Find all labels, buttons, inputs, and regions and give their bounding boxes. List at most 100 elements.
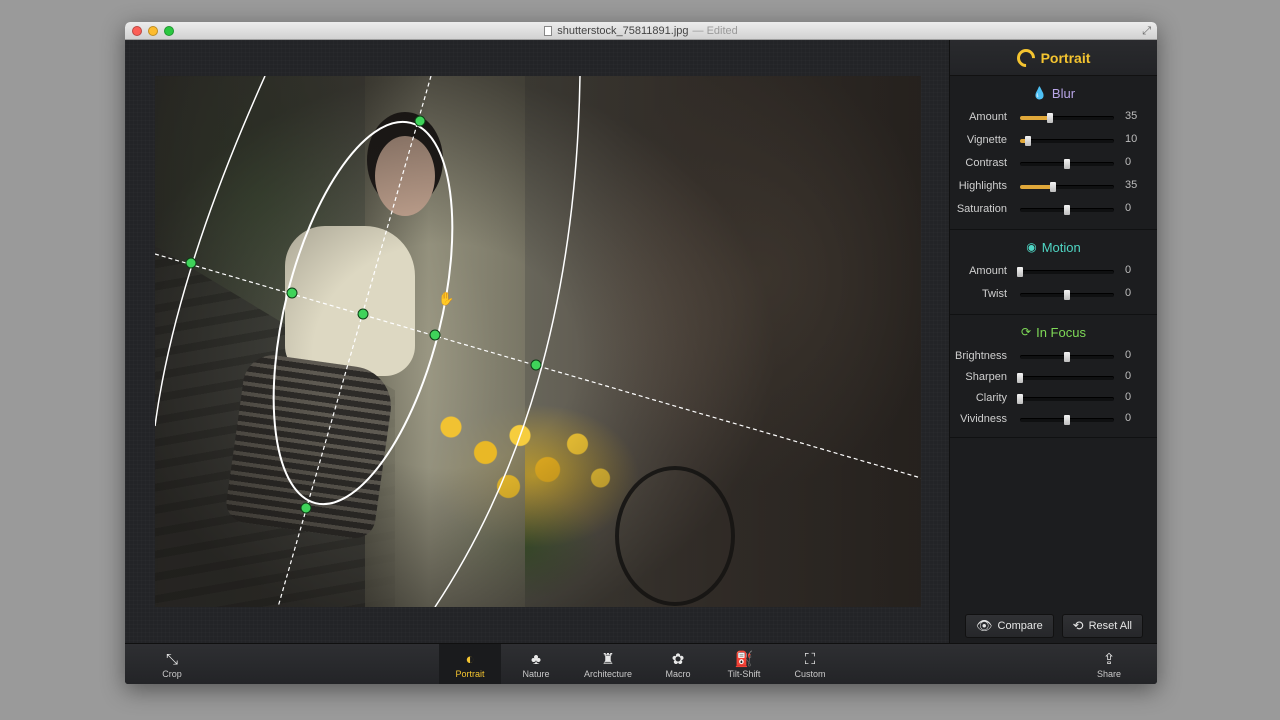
title-bar: shutterstock_75811891.jpg — Edited ⤢ <box>125 22 1157 40</box>
macro-label: Macro <box>665 669 691 679</box>
fullscreen-icon[interactable]: ⤢ <box>1142 25 1151 38</box>
slider-track[interactable] <box>1020 136 1114 146</box>
slider-label: Contrast <box>965 157 1007 169</box>
compare-button[interactable]: 👁 Compare <box>965 614 1054 638</box>
slider-track[interactable] <box>1020 182 1114 192</box>
slider-value: 0 <box>1125 370 1132 382</box>
tilt-shift-label: Tilt-Shift <box>727 669 761 679</box>
minimize-window-button[interactable] <box>148 26 158 36</box>
motion-section: ◉ Motion Amount 0 Twist 0 <box>950 230 1157 315</box>
motion-rows: Amount 0 Twist 0 <box>950 260 1157 306</box>
macro-tool[interactable]: ✿ Macro <box>647 644 709 684</box>
nature-tool[interactable]: ♣ Nature <box>505 644 567 684</box>
slider-knob[interactable] <box>1064 290 1070 300</box>
custom-tool[interactable]: ⛶ Custom <box>779 644 841 684</box>
slider-row: Vignette 10 <box>950 129 1157 152</box>
slider-knob[interactable] <box>1064 159 1070 169</box>
axis-guide-line <box>277 76 432 607</box>
slider-track[interactable] <box>1017 373 1114 383</box>
slider-fill <box>1020 116 1051 120</box>
slider-knob[interactable] <box>1064 415 1070 425</box>
slider-row: Sharpen 0 <box>950 366 1157 387</box>
focus-overlay[interactable]: ✋ <box>155 76 921 607</box>
slider-track[interactable] <box>1020 113 1114 123</box>
close-window-button[interactable] <box>132 26 142 36</box>
slider-track[interactable] <box>1017 394 1114 404</box>
slider-fill <box>1020 185 1053 189</box>
blur-section: 💧 Blur Amount 35 Vignette 10 Contrast 0 Highli… <box>950 76 1157 230</box>
hand-cursor-icon: ✋ <box>438 291 454 306</box>
right-falloff-handle[interactable] <box>530 359 542 371</box>
slider-knob[interactable] <box>1064 352 1070 362</box>
slider-row: Twist 0 <box>950 283 1157 306</box>
slider-track[interactable] <box>1017 267 1114 277</box>
photo-canvas[interactable]: ✋ <box>155 76 921 607</box>
reset-icon: ⟲ <box>1072 618 1084 633</box>
left-falloff-curve[interactable] <box>155 76 266 427</box>
crop-tool[interactable]: ⤡ Crop <box>141 644 203 684</box>
nature-label: Nature <box>522 669 550 679</box>
share-icon: ⇪ <box>1102 651 1116 668</box>
blur-title-label: Blur <box>1051 85 1076 101</box>
slider-knob[interactable] <box>1017 394 1023 404</box>
custom-label: Custom <box>794 669 826 679</box>
window-title: shutterstock_75811891.jpg <box>557 24 689 37</box>
architecture-tool[interactable]: ♜ Architecture <box>577 644 639 684</box>
focus-icon: ⟳ <box>1021 325 1032 339</box>
architecture-label: Architecture <box>583 669 633 679</box>
mode-header: Portrait <box>950 40 1157 76</box>
slider-row: Contrast 0 <box>950 152 1157 175</box>
slider-value: 0 <box>1125 412 1132 424</box>
portrait-label: Portrait <box>455 669 485 679</box>
slider-label: Brightness <box>955 350 1007 362</box>
in-focus-section-title: ⟳ In Focus <box>950 321 1157 343</box>
window-controls <box>132 26 174 36</box>
ellipse-bottom-handle[interactable] <box>300 502 312 514</box>
blur-section-title: 💧 Blur <box>950 82 1157 104</box>
slider-knob[interactable] <box>1017 373 1023 383</box>
slider-knob[interactable] <box>1064 205 1070 215</box>
slider-knob[interactable] <box>1025 136 1032 146</box>
slider-knob[interactable] <box>1047 113 1054 123</box>
slider-value: 10 <box>1125 133 1138 145</box>
mode-title: Portrait <box>1040 49 1091 66</box>
ellipse-top-handle[interactable] <box>414 115 426 127</box>
slider-track[interactable] <box>1020 159 1114 169</box>
slider-knob[interactable] <box>1049 182 1056 192</box>
ellipse-center-handle[interactable] <box>357 308 369 320</box>
tilt-shift-tool[interactable]: ⛽ Tilt-Shift <box>713 644 775 684</box>
adjustments-sidebar: Portrait 💧 Blur Amount 35 Vignette 10 Contra… <box>949 40 1157 643</box>
slider-value: 0 <box>1125 264 1132 276</box>
ellipse-left-handle[interactable] <box>286 287 298 299</box>
portrait-tool[interactable]: ◐ Portrait <box>439 644 501 684</box>
reset-all-button[interactable]: ⟲ Reset All <box>1061 614 1143 638</box>
left-falloff-handle[interactable] <box>185 257 197 269</box>
blur-rows: Amount 35 Vignette 10 Contrast 0 Highlights 35 S… <box>950 106 1157 221</box>
motion-icon: ◉ <box>1026 240 1037 254</box>
tilt-shift-icon: ⛽ <box>734 651 754 668</box>
right-falloff-curve[interactable] <box>434 76 581 607</box>
ellipse-right-handle[interactable] <box>429 329 441 341</box>
zoom-window-button[interactable] <box>164 26 174 36</box>
tree-icon: ♣ <box>531 651 541 668</box>
slider-value: 0 <box>1125 349 1132 361</box>
slider-row: Amount 0 <box>950 260 1157 283</box>
slider-track[interactable] <box>1020 415 1114 425</box>
share-tool[interactable]: ⇪ Share <box>1078 644 1140 684</box>
droplet-icon: 💧 <box>1031 86 1047 100</box>
canvas-area: ✋ <box>125 40 949 643</box>
slider-label: Saturation <box>956 203 1007 215</box>
slider-label: Amount <box>969 265 1007 277</box>
crop-label: Crop <box>162 669 182 679</box>
motion-title-label: Motion <box>1041 239 1081 255</box>
slider-track[interactable] <box>1020 352 1114 362</box>
bottom-toolbar: ⤡ Crop ◐ Portrait ♣ Nature ♜ Architectur… <box>125 643 1157 684</box>
slider-knob[interactable] <box>1017 267 1023 277</box>
slider-row: Saturation 0 <box>950 198 1157 221</box>
slider-value: 35 <box>1125 179 1138 191</box>
reset-label: Reset All <box>1088 620 1132 632</box>
slider-track[interactable] <box>1020 290 1114 300</box>
statue-icon: ♜ <box>601 651 615 668</box>
slider-track[interactable] <box>1020 205 1114 215</box>
flower-icon: ✿ <box>671 651 685 668</box>
